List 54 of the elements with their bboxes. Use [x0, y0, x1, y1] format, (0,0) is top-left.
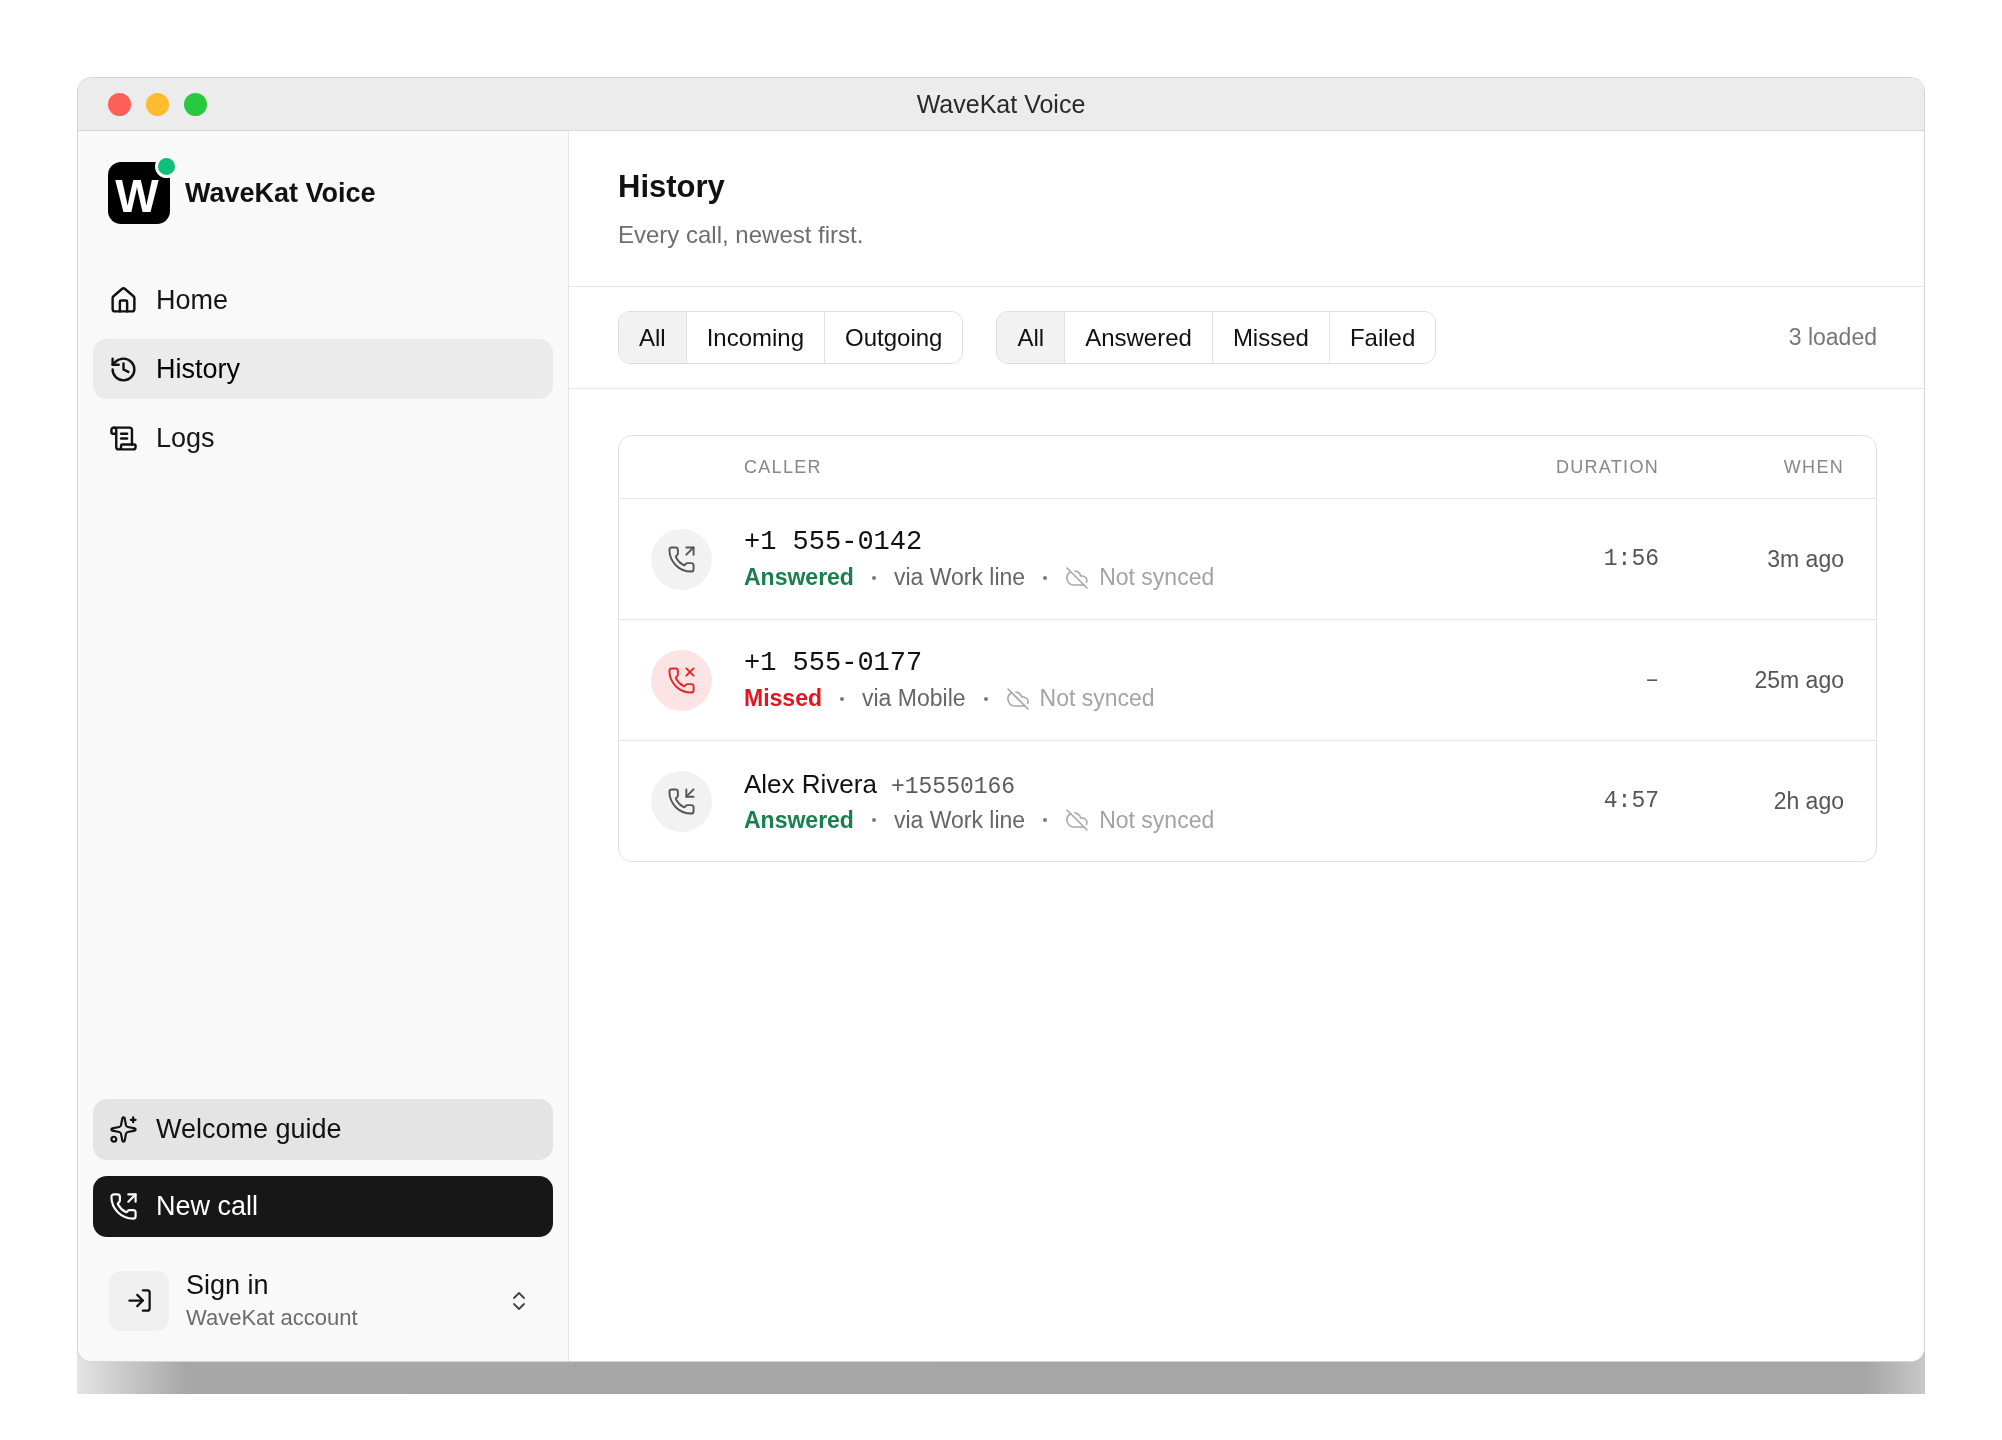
sparkles-icon [109, 1115, 138, 1144]
separator-dot-icon [1043, 818, 1048, 822]
app-name: WaveKat Voice [185, 177, 376, 209]
sign-in-icon [109, 1270, 169, 1331]
account-title: Sign in [186, 1270, 270, 1301]
loaded-count: 3 loaded [1788, 324, 1877, 351]
filter-tab[interactable]: All [997, 312, 1065, 363]
new-call-button[interactable]: New call [93, 1176, 553, 1237]
nav-item[interactable]: History [93, 339, 553, 399]
call-status: Answered [744, 806, 854, 834]
scroll-icon [109, 423, 138, 453]
nav-item[interactable]: Logs [93, 408, 553, 468]
window-title: WaveKat Voice [916, 89, 1086, 119]
account-subtitle: WaveKat account [186, 1305, 359, 1331]
call-duration: 1:56 [1603, 546, 1659, 572]
column-header: DURATION [1555, 456, 1659, 478]
caller-name: Alex Rivera [744, 768, 877, 800]
nav-item[interactable]: Home [93, 270, 553, 330]
call-line: via Work line [893, 564, 1026, 591]
call-duration: 4:57 [1603, 788, 1659, 814]
filter-tab[interactable]: All [619, 312, 686, 363]
call-time: 25m ago [1754, 666, 1844, 694]
history-icon [109, 354, 138, 384]
call-duration: – [1645, 667, 1659, 693]
caller-number: +1 555-0177 [744, 648, 923, 678]
sync-status: Not synced [1099, 564, 1215, 591]
call-time: 3m ago [1767, 545, 1844, 573]
call-status: Answered [744, 564, 854, 591]
logo-letter: W [115, 173, 159, 219]
close-button[interactable] [108, 92, 131, 116]
caller-number: +1 555-0142 [744, 527, 923, 557]
call-line: via Mobile [862, 685, 966, 712]
page-title: History [618, 169, 726, 205]
separator-dot-icon [1043, 575, 1048, 580]
zoom-button[interactable] [184, 92, 207, 116]
filter-tab[interactable]: Failed [1328, 312, 1436, 363]
phone-outgoing-icon [109, 1192, 138, 1221]
welcome-guide-button[interactable]: Welcome guide [93, 1099, 553, 1160]
column-header: CALLER [744, 456, 822, 478]
call-line: via Work line [893, 806, 1026, 834]
page-subtitle: Every call, newest first. [618, 221, 865, 249]
column-header: WHEN [1783, 456, 1844, 478]
caller-number: +15550166 [890, 773, 1016, 800]
home-icon [109, 285, 138, 315]
separator-dot-icon [871, 575, 876, 580]
call-status: Missed [744, 685, 822, 712]
filter-tab[interactable]: Outgoing [824, 312, 963, 363]
call-time: 2h ago [1773, 787, 1844, 815]
sync-status: Not synced [1099, 806, 1215, 834]
sync-status: Not synced [1039, 685, 1155, 712]
minimize-button[interactable] [146, 92, 169, 116]
separator-dot-icon [871, 818, 876, 822]
separator-dot-icon [840, 696, 844, 701]
separator-dot-icon [983, 696, 988, 701]
